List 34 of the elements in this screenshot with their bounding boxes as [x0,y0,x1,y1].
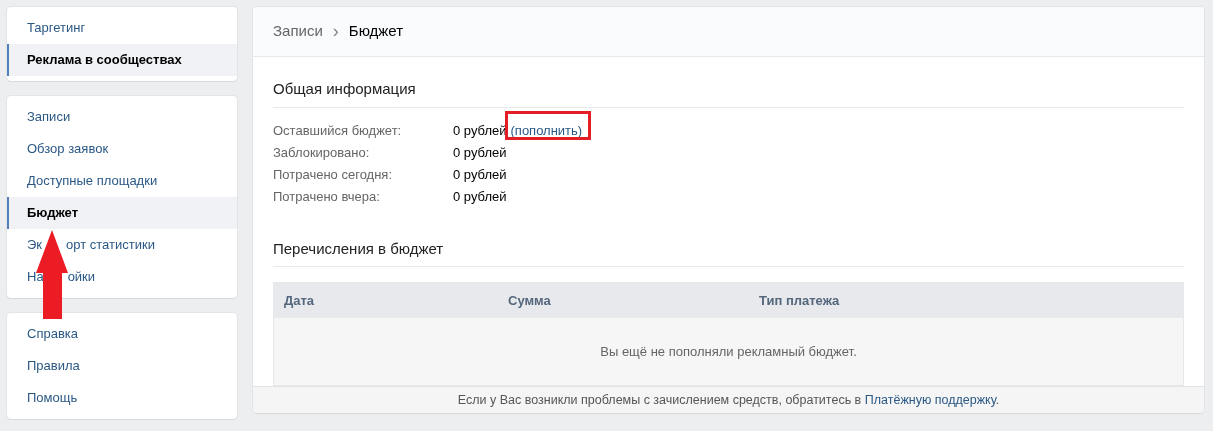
empty-message: Вы ещё не пополняли рекламный бюджет. [600,343,857,362]
section-title: Перечисления в бюджет [273,237,1184,268]
column-header: Тип платежа [759,292,840,311]
column-header: Дата [283,292,316,311]
field-value: 0 рублей [453,166,507,185]
footer-text: Если у Вас возникли проблемы с зачислением средств, обратитесь в Платёжную поддержку. [457,391,1000,409]
sidebar-item[interactable]: Помощь [7,382,237,414]
field-label: Заблокировано: [273,144,371,163]
page-title: Бюджет [348,21,404,42]
breadcrumb-separator: › [332,20,339,44]
field-label: Потрачено вчера: [273,188,381,207]
label-fragment: Эк [27,236,43,255]
label-fragment: орт статистики [66,236,155,255]
sidebar-item[interactable]: Обзор заявок [7,133,237,165]
sidebar-item[interactable]: Справка [7,318,237,350]
label-fragment: На [27,268,44,287]
sidebar-item[interactable]: На ойки [7,261,237,293]
sidebar-item[interactable]: Доступные площадки [7,165,237,197]
label-fragment: ойки [67,268,96,287]
field-label: Оставшийся бюджет: [273,122,403,141]
support-link[interactable]: Платёжную поддержку [864,392,996,407]
sidebar-item[interactable]: Правила [7,350,237,382]
sidebar-item[interactable]: Бюджет [7,197,237,229]
field-value: 0 рублей [453,188,507,207]
field-value: 0 рублей [453,144,507,163]
top-up-link[interactable]: (пополнить) [510,121,583,141]
sidebar-item[interactable]: Записи [7,101,237,133]
sidebar-item[interactable]: Эк орт статистики [7,229,237,261]
breadcrumb-link[interactable]: Записи [273,20,323,43]
section-title: Общая информация [273,78,1184,108]
field-label: Потрачено сегодня: [273,166,393,185]
sidebar-item[interactable]: Реклама в сообществах [7,44,237,76]
sidebar-item[interactable]: Таргетинг [7,12,237,44]
column-header: Сумма [508,292,552,311]
